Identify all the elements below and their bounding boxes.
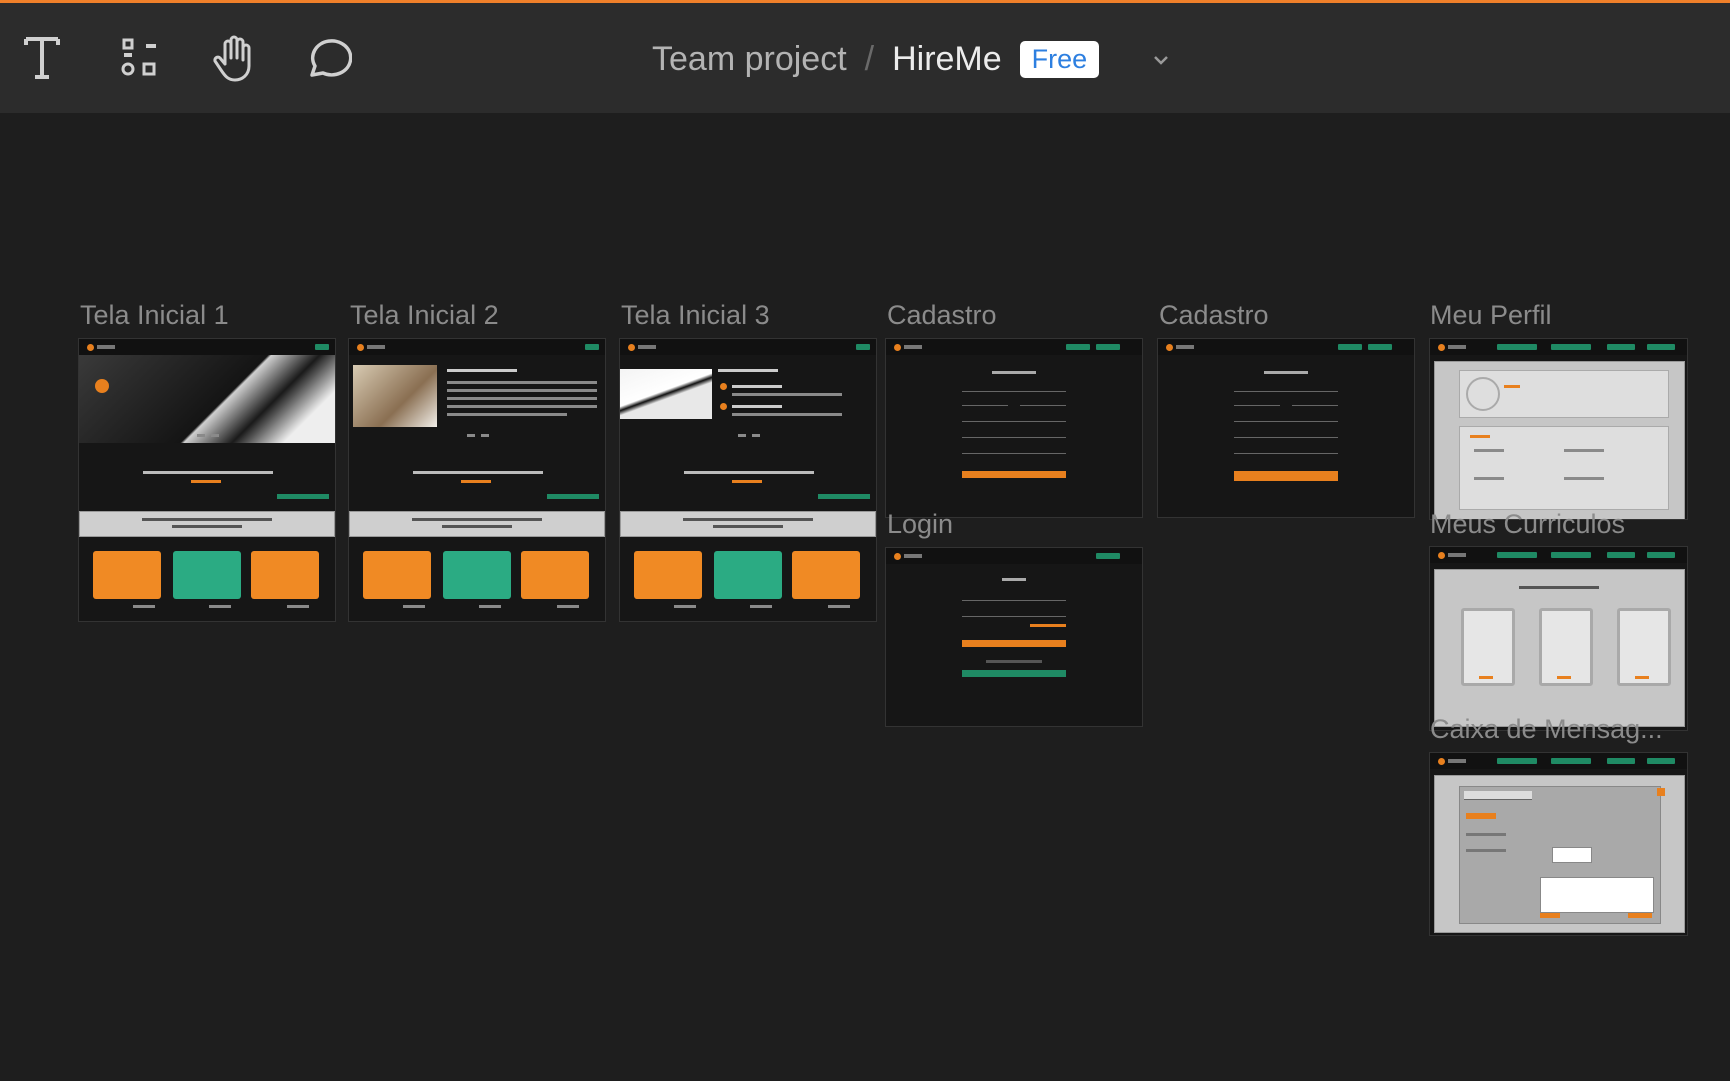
frame-cadastro-1[interactable]	[885, 338, 1143, 518]
frame-label-login[interactable]: Login	[887, 509, 953, 540]
frame-nav	[1430, 547, 1687, 563]
frame-tela-inicial-3[interactable]	[619, 338, 877, 622]
frame-meus-curriculos[interactable]	[1429, 546, 1688, 731]
frame-nav	[1430, 753, 1687, 769]
breadcrumb-team[interactable]: Team project	[652, 40, 847, 79]
comment-tool-button[interactable]	[298, 28, 358, 88]
frame-caixa-de-mensagens[interactable]	[1429, 752, 1688, 936]
breadcrumb-file-name[interactable]: HireMe	[892, 40, 1002, 79]
frame-label-cadastro-1[interactable]: Cadastro	[887, 300, 997, 331]
components-tool-button[interactable]	[110, 28, 170, 88]
hero-image	[353, 365, 437, 427]
frame-tela-inicial-2[interactable]	[348, 338, 606, 622]
chevron-down-icon[interactable]	[1147, 46, 1175, 74]
frame-login[interactable]	[885, 547, 1143, 727]
canvas[interactable]: Tela Inicial 1 Tela Inicial 2 Tela Inici…	[0, 113, 1730, 1081]
frame-tela-inicial-1[interactable]	[78, 338, 336, 622]
frame-label-meus-curriculos[interactable]: Meus Curriculos	[1430, 509, 1625, 540]
frame-label-meu-perfil[interactable]: Meu Perfil	[1430, 300, 1552, 331]
components-icon	[121, 38, 156, 76]
plan-badge[interactable]: Free	[1019, 40, 1100, 78]
breadcrumb: Team project / HireMe Free	[652, 36, 1100, 82]
frame-cadastro-2[interactable]	[1157, 338, 1415, 518]
text-tool-button[interactable]	[12, 28, 72, 88]
frame-nav	[1158, 339, 1414, 355]
text-icon	[24, 37, 60, 79]
frame-nav	[886, 339, 1142, 355]
frame-nav	[79, 339, 335, 355]
hand-icon	[213, 35, 251, 82]
hand-tool-button[interactable]	[204, 28, 264, 88]
frame-label-tela-inicial-1[interactable]: Tela Inicial 1	[80, 300, 229, 331]
frame-nav	[620, 339, 876, 355]
breadcrumb-separator: /	[864, 39, 875, 78]
frame-nav	[886, 548, 1142, 564]
toolbar: Team project / HireMe Free	[0, 3, 1730, 113]
frame-label-caixa-de-mensagens[interactable]: Caixa de Mensag...	[1430, 714, 1663, 745]
hero-image	[79, 355, 335, 443]
frame-label-tela-inicial-2[interactable]: Tela Inicial 2	[350, 300, 499, 331]
frame-nav	[1430, 339, 1687, 355]
frame-meu-perfil[interactable]	[1429, 338, 1688, 520]
comment-icon	[310, 39, 352, 77]
frame-label-cadastro-2[interactable]: Cadastro	[1159, 300, 1269, 331]
hero-image	[620, 369, 712, 419]
frame-nav	[349, 339, 605, 355]
frame-label-tela-inicial-3[interactable]: Tela Inicial 3	[621, 300, 770, 331]
